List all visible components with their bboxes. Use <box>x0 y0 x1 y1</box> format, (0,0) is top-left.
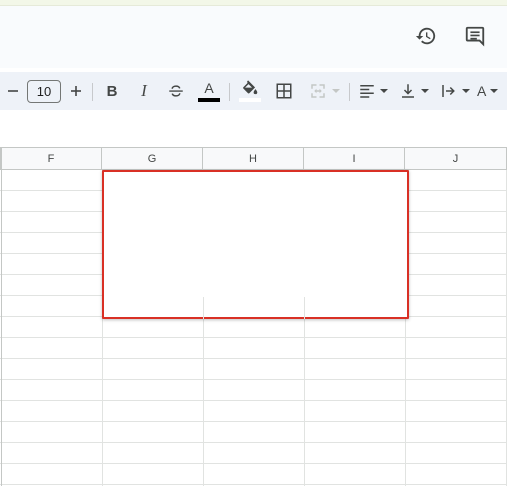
gridline <box>203 297 204 319</box>
plus-icon <box>71 86 81 96</box>
chevron-down-icon <box>461 89 470 93</box>
column-header-j[interactable]: J <box>405 148 507 170</box>
minus-icon <box>8 90 18 92</box>
comments-button[interactable] <box>461 22 489 50</box>
borders-button[interactable] <box>271 72 297 110</box>
fill-color-swatch <box>239 98 261 102</box>
formatting-toolbar: 10 B I A A <box>0 72 507 110</box>
merge-cells-icon <box>311 84 325 98</box>
toolbar-separator <box>349 83 350 101</box>
italic-button[interactable]: I <box>132 72 156 110</box>
paint-bucket-icon <box>243 80 258 95</box>
chevron-down-icon <box>379 89 388 93</box>
toolbar-separator <box>92 83 93 101</box>
history-icon <box>415 27 436 45</box>
strikethrough-icon <box>169 85 183 97</box>
bold-button[interactable]: B <box>100 72 124 110</box>
chevron-down-icon <box>332 89 340 93</box>
font-size-input[interactable]: 10 <box>27 80 61 103</box>
app-header <box>0 6 507 68</box>
align-left-icon <box>359 85 374 98</box>
italic-icon: I <box>141 81 147 100</box>
version-history-button[interactable] <box>412 22 440 50</box>
column-header-f[interactable]: F <box>0 148 102 170</box>
comments-icon <box>465 26 485 47</box>
borders-icon <box>276 83 292 99</box>
decrease-font-size-button[interactable] <box>3 72 23 110</box>
column-header-i[interactable]: I <box>304 148 405 170</box>
chevron-down-icon <box>490 89 499 93</box>
column-header-g[interactable]: G <box>102 148 203 170</box>
vertical-align-button[interactable] <box>396 72 432 110</box>
toolbar-separator <box>229 83 230 101</box>
fill-color-button[interactable] <box>237 72 263 110</box>
text-color-icon: A <box>204 79 214 96</box>
merge-cells-button[interactable] <box>305 72 345 110</box>
text-color-button[interactable]: A <box>196 72 222 110</box>
horizontal-align-button[interactable] <box>355 72 391 110</box>
align-bottom-icon <box>401 84 414 98</box>
text-rotation-button[interactable]: A <box>477 72 507 110</box>
column-header-h[interactable]: H <box>203 148 304 170</box>
bold-icon: B <box>106 82 118 100</box>
text-color-swatch <box>198 97 220 102</box>
text-wrap-icon <box>441 85 455 97</box>
grid-left-edge <box>1 147 2 486</box>
selected-range[interactable] <box>102 170 409 319</box>
increase-font-size-button[interactable] <box>65 72 87 110</box>
strikethrough-button[interactable] <box>164 72 188 110</box>
text-rotation-icon: A <box>477 83 487 99</box>
column-headers: F G H I J <box>0 147 507 170</box>
chevron-down-icon <box>420 89 429 93</box>
gridline <box>304 297 305 319</box>
text-wrapping-button[interactable] <box>437 72 473 110</box>
